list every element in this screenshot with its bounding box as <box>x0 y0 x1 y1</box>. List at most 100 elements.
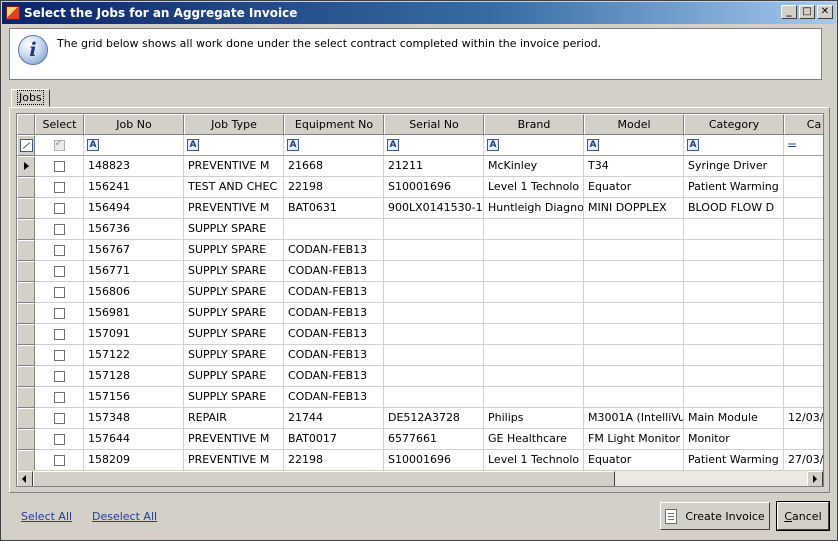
maximize-button[interactable]: □ <box>799 5 815 19</box>
filter-cell-brand[interactable]: A <box>484 135 584 156</box>
cell-job-type[interactable]: SUPPLY SPARE <box>184 261 284 282</box>
cell-brand[interactable] <box>484 324 584 345</box>
cell-brand[interactable] <box>484 282 584 303</box>
row-select-checkbox[interactable] <box>53 349 65 361</box>
cell-job-type[interactable]: TEST AND CHEC <box>184 177 284 198</box>
cell-ca[interactable] <box>784 177 823 198</box>
filter-operator-icon[interactable]: A <box>287 139 299 151</box>
row-select-checkbox[interactable] <box>53 433 65 445</box>
cell-category[interactable] <box>684 240 784 261</box>
cell-ca[interactable] <box>784 282 823 303</box>
cell-job-no[interactable]: 158209 <box>84 450 184 471</box>
cell-serial-no[interactable] <box>384 282 484 303</box>
cell-model[interactable]: Equator <box>584 177 684 198</box>
cell-ca[interactable] <box>784 429 823 450</box>
cell-job-type[interactable]: REPAIR <box>184 408 284 429</box>
cell-category[interactable] <box>684 324 784 345</box>
row-selector-current[interactable] <box>17 156 35 177</box>
cell-serial-no[interactable] <box>384 303 484 324</box>
cell-brand[interactable] <box>484 219 584 240</box>
cell-job-no[interactable]: 156241 <box>84 177 184 198</box>
column-header-ca[interactable]: Ca <box>784 114 823 135</box>
cell-equipment-no[interactable]: CODAN-FEB13 <box>284 366 384 387</box>
filter-cell-ca[interactable]: = <box>784 135 823 156</box>
cell-job-no[interactable]: 156736 <box>84 219 184 240</box>
cell-brand[interactable] <box>484 345 584 366</box>
filter-operator-icon[interactable]: A <box>587 139 599 151</box>
create-invoice-button[interactable]: Create Invoice <box>660 502 770 530</box>
cell-category[interactable] <box>684 219 784 240</box>
column-header-job-no[interactable]: Job No <box>84 114 184 135</box>
cell-model[interactable]: Equator <box>584 450 684 471</box>
cell-job-type[interactable]: PREVENTIVE M <box>184 429 284 450</box>
cell-model[interactable] <box>584 240 684 261</box>
cell-ca[interactable] <box>784 366 823 387</box>
filter-operator-icon[interactable]: A <box>187 139 199 151</box>
row-selector[interactable] <box>17 198 35 219</box>
cell-ca[interactable] <box>784 240 823 261</box>
cell-model[interactable] <box>584 261 684 282</box>
cell-equipment-no[interactable] <box>284 219 384 240</box>
cell-category[interactable] <box>684 261 784 282</box>
filter-cell-serial-no[interactable]: A <box>384 135 484 156</box>
row-select-checkbox[interactable] <box>53 391 65 403</box>
cell-ca[interactable] <box>784 261 823 282</box>
cell-ca[interactable] <box>784 324 823 345</box>
cell-job-type[interactable]: SUPPLY SPARE <box>184 324 284 345</box>
row-select-checkbox[interactable] <box>53 454 65 466</box>
cell-job-type[interactable]: SUPPLY SPARE <box>184 240 284 261</box>
cell-category[interactable] <box>684 366 784 387</box>
cell-category[interactable]: Main Module <box>684 408 784 429</box>
cell-ca[interactable] <box>784 198 823 219</box>
cell-job-type[interactable]: SUPPLY SPARE <box>184 387 284 408</box>
cell-equipment-no[interactable]: CODAN-FEB13 <box>284 261 384 282</box>
cell-brand[interactable]: Level 1 Technolo <box>484 450 584 471</box>
cell-category[interactable]: Patient Warming <box>684 450 784 471</box>
cell-serial-no[interactable] <box>384 345 484 366</box>
cell-job-no[interactable]: 157156 <box>84 387 184 408</box>
cell-model[interactable] <box>584 324 684 345</box>
cell-category[interactable] <box>684 282 784 303</box>
cell-ca[interactable] <box>784 156 823 177</box>
row-selector[interactable] <box>17 219 35 240</box>
cell-job-no[interactable]: 156806 <box>84 282 184 303</box>
cell-model[interactable] <box>584 345 684 366</box>
cell-ca[interactable] <box>784 303 823 324</box>
table-row[interactable]: 157122 SUPPLY SPARE CODAN-FEB13 <box>17 345 823 366</box>
table-row[interactable]: 148823 PREVENTIVE M 21668 21211 McKinley T34 S… <box>17 156 823 177</box>
row-selector[interactable] <box>17 240 35 261</box>
table-row[interactable]: 157128 SUPPLY SPARE CODAN-FEB13 <box>17 366 823 387</box>
cell-brand[interactable] <box>484 240 584 261</box>
cell-model[interactable] <box>584 219 684 240</box>
title-bar[interactable]: Select the Jobs for an Aggregate Invoice… <box>2 2 836 24</box>
column-header-job-type[interactable]: Job Type <box>184 114 284 135</box>
filter-clear-cell[interactable] <box>17 135 35 156</box>
filter-operator-icon[interactable]: A <box>87 139 99 151</box>
row-select-checkbox[interactable] <box>53 244 65 256</box>
table-row[interactable]: 156806 SUPPLY SPARE CODAN-FEB13 <box>17 282 823 303</box>
cell-model[interactable]: FM Light Monitor <box>584 429 684 450</box>
cell-serial-no[interactable]: 6577661 <box>384 429 484 450</box>
cell-serial-no[interactable] <box>384 324 484 345</box>
table-row[interactable]: 156771 SUPPLY SPARE CODAN-FEB13 <box>17 261 823 282</box>
cell-job-no[interactable]: 148823 <box>84 156 184 177</box>
column-header-serial-no[interactable]: Serial No <box>384 114 484 135</box>
cell-category[interactable]: Monitor <box>684 429 784 450</box>
deselect-all-link[interactable]: Deselect All <box>92 510 157 523</box>
row-selector[interactable] <box>17 345 35 366</box>
cell-job-type[interactable]: PREVENTIVE M <box>184 156 284 177</box>
cell-serial-no[interactable] <box>384 240 484 261</box>
table-row[interactable]: 156494 PREVENTIVE M BAT0631 900LX0141530-1 H… <box>17 198 823 219</box>
clear-filter-icon[interactable] <box>19 139 33 152</box>
column-header-model[interactable]: Model <box>584 114 684 135</box>
cell-ca[interactable]: 27/03/ <box>784 450 823 471</box>
cell-model[interactable] <box>584 387 684 408</box>
filter-cell-category[interactable]: A <box>684 135 784 156</box>
cell-brand[interactable] <box>484 261 584 282</box>
cell-serial-no[interactable] <box>384 366 484 387</box>
cell-job-no[interactable]: 157122 <box>84 345 184 366</box>
cell-job-type[interactable]: SUPPLY SPARE <box>184 345 284 366</box>
cell-equipment-no[interactable]: CODAN-FEB13 <box>284 282 384 303</box>
cell-serial-no[interactable]: 21211 <box>384 156 484 177</box>
row-selector[interactable] <box>17 261 35 282</box>
